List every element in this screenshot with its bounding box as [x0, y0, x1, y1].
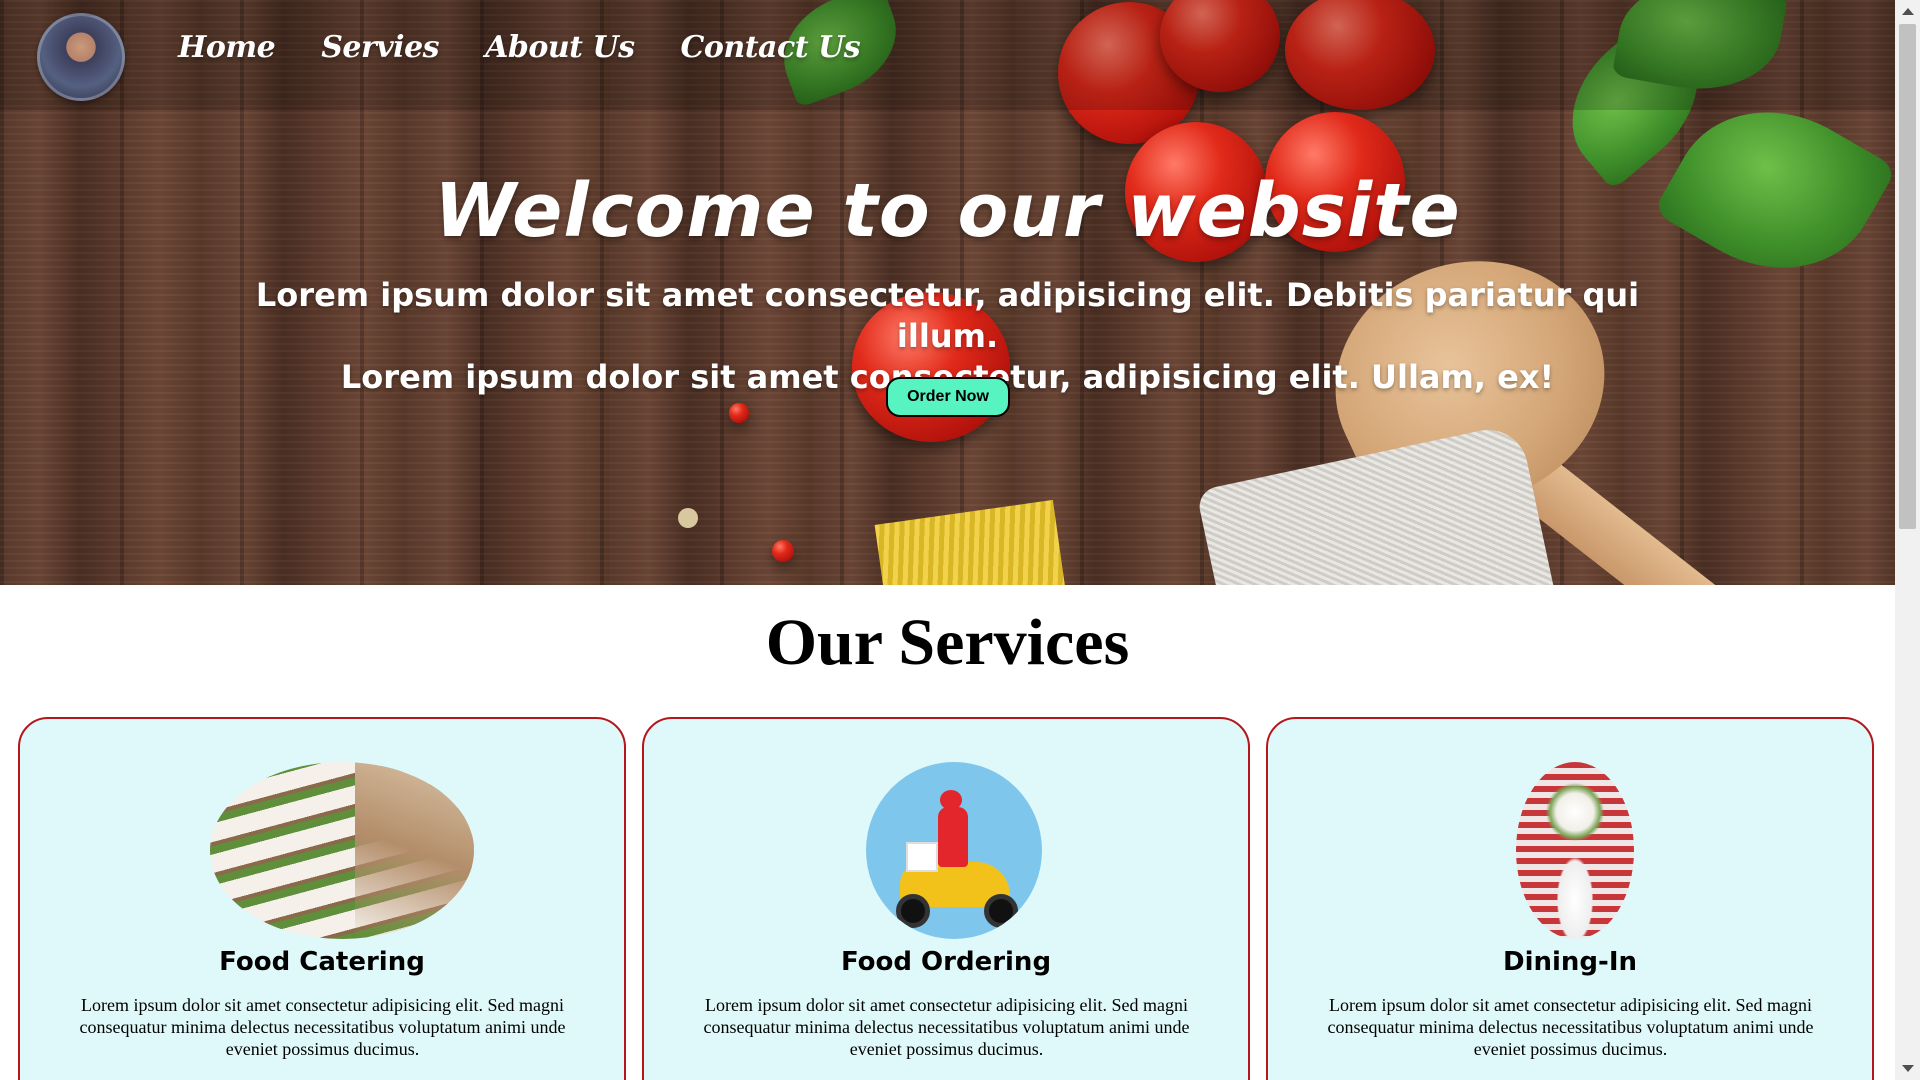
dining-table-image [1516, 762, 1634, 939]
order-now-button[interactable]: Order Now [886, 377, 1010, 417]
scrollbar-thumb[interactable] [1899, 24, 1916, 529]
navbar: Home Servies About Us Contact Us [0, 0, 1895, 110]
scroll-up-arrow-icon[interactable] [1902, 8, 1914, 15]
vertical-scrollbar[interactable] [1895, 0, 1920, 1080]
scooter-wheel-icon [984, 894, 1018, 928]
nav-link-services[interactable]: Servies [321, 30, 439, 65]
peppercorn-image [729, 403, 749, 423]
delivery-box-icon [906, 842, 938, 872]
nav-link-home[interactable]: Home [178, 30, 276, 65]
service-card-title: Dining-In [1502, 947, 1637, 977]
services-title: Our Services [765, 606, 1130, 679]
service-card-title: Food Ordering [840, 947, 1052, 977]
catering-image [210, 762, 474, 939]
service-card-text: Lorem ipsum dolor sit amet consectetur a… [1327, 995, 1814, 1059]
scooter-wheel-icon [896, 894, 930, 928]
service-card-text: Lorem ipsum dolor sit amet consectetur a… [79, 995, 566, 1059]
peppercorn-image [772, 540, 794, 562]
hero-section: Home Servies About Us Contact Us Welcome… [0, 0, 1895, 585]
service-card-text: Lorem ipsum dolor sit amet consectetur a… [703, 995, 1190, 1059]
peppercorn-image [678, 508, 698, 528]
helmet-icon [940, 790, 962, 810]
service-card-ordering: Food Ordering Lorem ipsum dolor sit amet… [642, 717, 1250, 1080]
nav-links: Home Servies About Us Contact Us [178, 30, 861, 65]
service-card-title: Food Catering [219, 947, 425, 977]
hero-title: Welcome to our website [434, 168, 1461, 254]
service-card-dining: Dining-In Lorem ipsum dolor sit amet con… [1266, 717, 1874, 1080]
nav-link-contact-us[interactable]: Contact Us [681, 30, 861, 65]
service-card-catering: Food Catering Lorem ipsum dolor sit amet… [18, 717, 626, 1080]
avatar[interactable] [37, 13, 125, 101]
rider-icon [938, 807, 968, 867]
nav-link-about-us[interactable]: About Us [485, 30, 635, 65]
scroll-down-arrow-icon[interactable] [1902, 1065, 1914, 1072]
hero-subtitle-line-1: Lorem ipsum dolor sit amet consectetur, … [255, 276, 1640, 355]
delivery-scooter-image [866, 762, 1042, 939]
page-viewport: Home Servies About Us Contact Us Welcome… [0, 0, 1895, 1080]
